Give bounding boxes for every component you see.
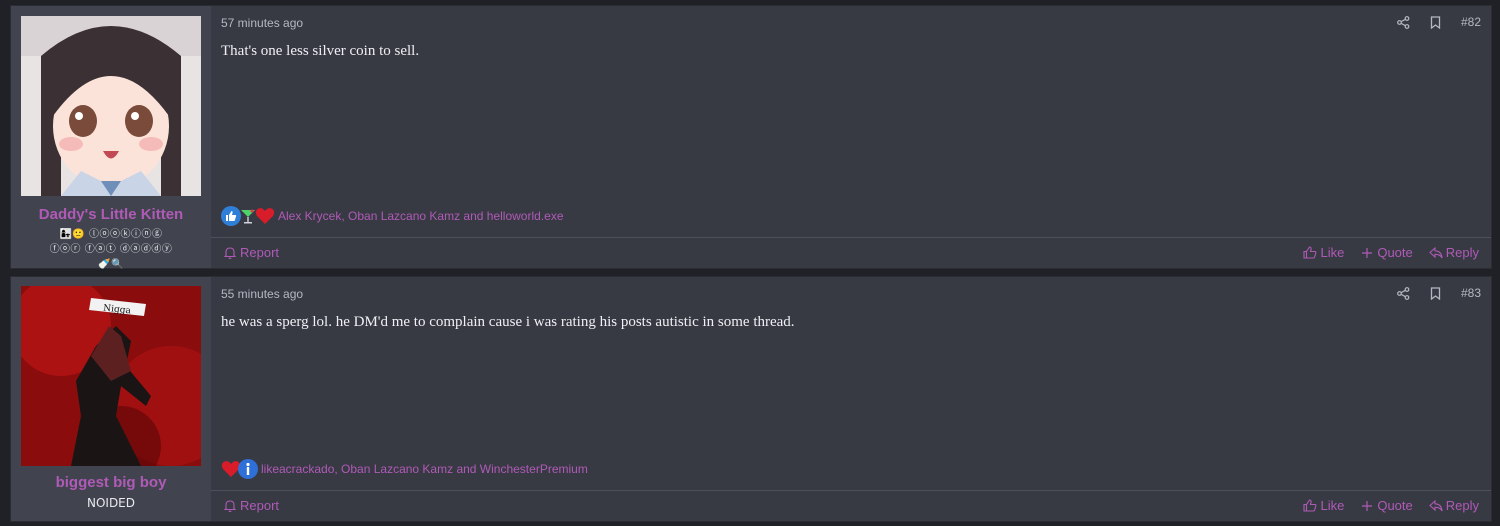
like-label: Like xyxy=(1320,245,1345,260)
report-button[interactable]: Report xyxy=(223,245,279,260)
reply-label: Reply xyxy=(1445,498,1479,513)
post-footer: Report Like Quote Reply xyxy=(211,237,1491,268)
reply-icon xyxy=(1428,246,1443,260)
bell-icon xyxy=(223,499,237,513)
avatar[interactable]: Nigga xyxy=(21,286,201,466)
reply-button[interactable]: Reply xyxy=(1428,498,1479,513)
user-panel: Daddy's Little Kitten 👩‍👧🙁 ⓛⓞⓞⓚⓘⓝⓖ ⓕⓞⓡ ⓕ… xyxy=(11,6,211,270)
quote-button[interactable]: Quote xyxy=(1360,245,1413,260)
info-icon xyxy=(238,459,258,479)
post-number-link[interactable]: #82 xyxy=(1461,15,1481,29)
reaction-bar[interactable]: likeacrackado, Oban Lazcano Kamz and Win… xyxy=(221,459,588,479)
username[interactable]: biggest big boy xyxy=(11,474,211,491)
post-footer-actions: Like Quote Reply xyxy=(1303,245,1479,260)
post-83: Nigga biggest big boy NOIDED 55 minutes … xyxy=(11,277,1491,521)
user-title: NOIDED xyxy=(86,496,136,510)
share-icon[interactable] xyxy=(1397,286,1411,300)
reaction-users[interactable]: likeacrackado, Oban Lazcano Kamz and Win… xyxy=(261,462,588,476)
user-title: 👩‍👧🙁 ⓛⓞⓞⓚⓘⓝⓖ ⓕⓞⓡ ⓕⓐⓣ ⓓⓐⓓⓓⓨ 🍼🔍 xyxy=(49,229,173,270)
post-content: That's one less silver coin to sell. xyxy=(221,43,420,59)
post-number-link[interactable]: #83 xyxy=(1461,286,1481,300)
reaction-bar[interactable]: Alex Krycek, Oban Lazcano Kamz and hello… xyxy=(221,206,564,226)
share-icon[interactable] xyxy=(1397,15,1411,29)
plus-icon xyxy=(1360,499,1374,513)
post-main: 57 minutes ago #82 That's one less silve… xyxy=(211,6,1491,268)
post-timestamp[interactable]: 57 minutes ago xyxy=(221,16,303,30)
quote-button[interactable]: Quote xyxy=(1360,498,1413,513)
post-footer-actions: Like Quote Reply xyxy=(1303,498,1479,513)
bell-icon xyxy=(223,246,237,260)
post-timestamp[interactable]: 55 minutes ago xyxy=(221,287,303,301)
username[interactable]: Daddy's Little Kitten xyxy=(11,206,211,223)
like-label: Like xyxy=(1320,498,1345,513)
report-label: Report xyxy=(240,245,280,260)
quote-label: Quote xyxy=(1377,245,1413,260)
post-header-actions: #82 xyxy=(1397,15,1481,29)
thumbs-up-icon xyxy=(1303,246,1317,260)
user-panel: Nigga biggest big boy NOIDED xyxy=(11,277,211,521)
report-label: Report xyxy=(240,498,280,513)
quote-label: Quote xyxy=(1377,498,1413,513)
reaction-users[interactable]: Alex Krycek, Oban Lazcano Kamz and hello… xyxy=(278,209,564,223)
plus-icon xyxy=(1360,246,1374,260)
reply-button[interactable]: Reply xyxy=(1428,245,1479,260)
reply-icon xyxy=(1428,499,1443,513)
post-82: Daddy's Little Kitten 👩‍👧🙁 ⓛⓞⓞⓚⓘⓝⓖ ⓕⓞⓡ ⓕ… xyxy=(11,6,1491,270)
report-button[interactable]: Report xyxy=(223,498,279,513)
avatar[interactable] xyxy=(21,16,201,196)
post-main: 55 minutes ago #83 he was a sperg lol. h… xyxy=(211,277,1491,521)
like-button[interactable]: Like xyxy=(1303,245,1344,260)
bookmark-icon[interactable] xyxy=(1429,286,1443,300)
reply-label: Reply xyxy=(1445,245,1479,260)
heart-icon xyxy=(255,206,275,226)
like-button[interactable]: Like xyxy=(1303,498,1344,513)
post-footer: Report Like Quote Reply xyxy=(211,490,1491,521)
post-header-actions: #83 xyxy=(1397,286,1481,300)
post-content: he was a sperg lol. he DM'd me to compla… xyxy=(221,314,795,330)
thumbs-up-icon xyxy=(1303,499,1317,513)
bookmark-icon[interactable] xyxy=(1429,15,1443,29)
